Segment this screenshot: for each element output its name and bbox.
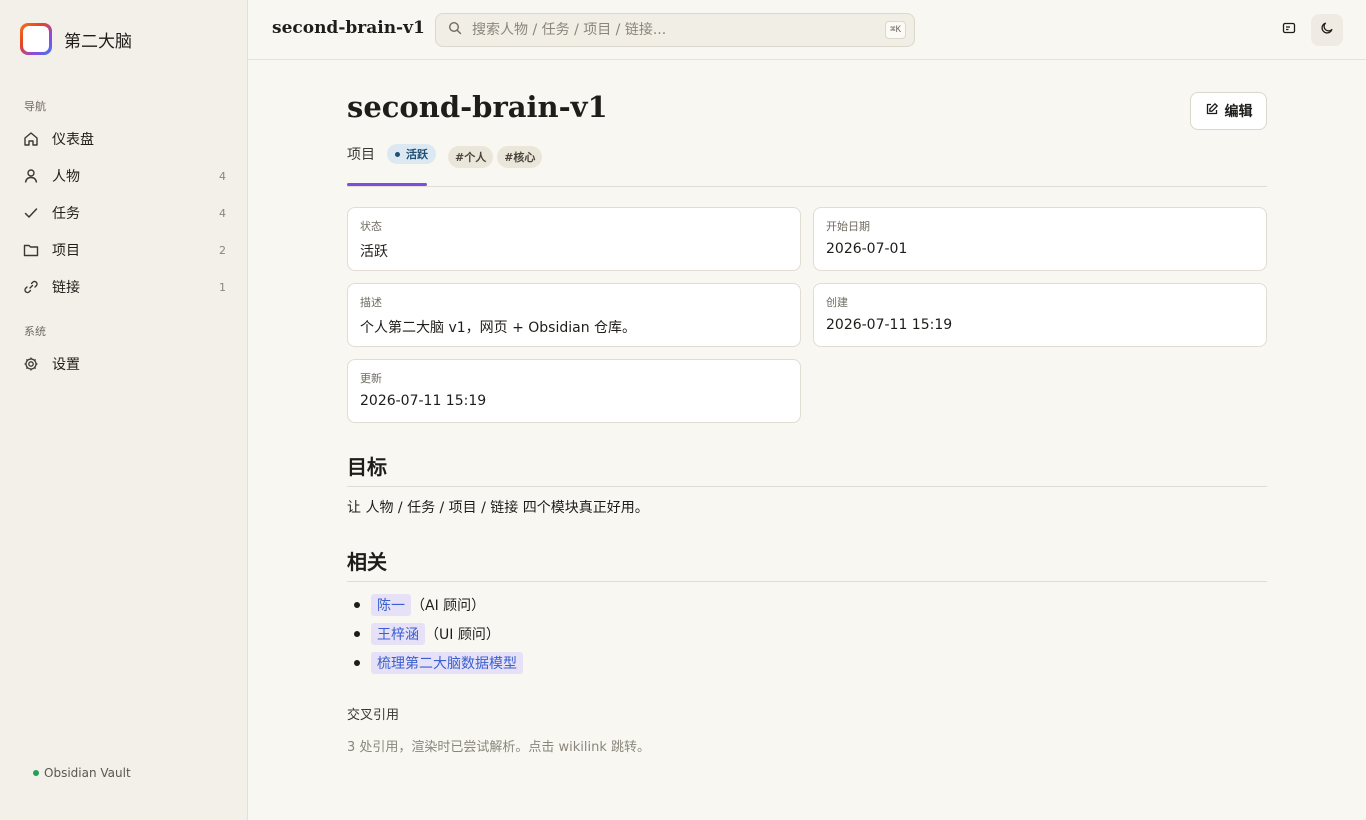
field-value: 2026-07-11 15:19	[360, 393, 487, 409]
page-meta: 项目 活跃 #个人 #核心	[347, 140, 543, 168]
field-card-description: 描述 个人第二大脑 v1，网页 + Obsidian 仓库。	[347, 283, 801, 347]
panel-icon	[1282, 21, 1296, 39]
edit-icon	[1205, 102, 1219, 120]
edit-button[interactable]: 编辑	[1190, 92, 1267, 130]
page-title: second-brain-v1	[347, 90, 608, 124]
field-value: 个人第二大脑 v1，网页 + Obsidian 仓库。	[360, 320, 637, 336]
link-icon	[22, 278, 40, 296]
sidebar-item-label: 项目	[52, 243, 80, 259]
wikilink[interactable]: 陈一	[371, 593, 411, 616]
topbar-title: second-brain-v1	[272, 18, 425, 38]
check-icon	[22, 204, 40, 222]
related-note: （AI 顾问）	[411, 597, 486, 614]
list-item: 王梓涵 （UI 顾问）	[347, 619, 523, 648]
sidebar-item-people[interactable]: 人物 4	[22, 161, 226, 191]
folder-icon	[22, 241, 40, 259]
sidebar-item-links[interactable]: 链接 1	[22, 272, 226, 302]
sidebar-item-label: 仪表盘	[52, 132, 94, 148]
vault-label: Obsidian Vault	[44, 766, 131, 780]
gear-icon	[22, 355, 40, 373]
search-input[interactable]	[472, 22, 886, 38]
status-dot-icon	[395, 151, 400, 157]
app-logo-icon	[20, 23, 52, 55]
cross-reference-note: 3 处引用，渲染时已尝试解析。点击 wikilink 跳转。	[347, 740, 651, 755]
active-tab-indicator	[347, 183, 427, 186]
field-label: 描述	[360, 296, 382, 309]
related-list: 陈一 （AI 顾问） 王梓涵 （UI 顾问） 梳理第二大脑数据模型	[347, 590, 523, 677]
shortcut-hint: ⌘K	[885, 21, 906, 39]
status-badge: 活跃	[387, 144, 436, 164]
app-name: 第二大脑	[64, 31, 132, 52]
field-card-updated: 更新 2026-07-11 15:19	[347, 359, 801, 423]
topbar: second-brain-v1 ⌘K	[248, 0, 1366, 60]
field-card-start-date: 开始日期 2026-07-01	[813, 207, 1267, 271]
sidebar-item-dashboard[interactable]: 仪表盘	[22, 124, 226, 154]
person-icon	[22, 167, 40, 185]
sidebar-item-projects[interactable]: 项目 2	[22, 235, 226, 265]
goal-text: 让 人物 / 任务 / 项目 / 链接 四个模块真正好用。	[347, 500, 649, 516]
field-label: 状态	[360, 220, 382, 233]
list-item: 陈一 （AI 顾问）	[347, 590, 523, 619]
wikilink[interactable]: 王梓涵	[371, 622, 425, 645]
field-label: 更新	[360, 372, 382, 385]
sidebar-item-count: 4	[219, 169, 226, 183]
system-section-label: 系统	[24, 325, 46, 338]
home-icon	[22, 130, 40, 148]
bullet	[354, 630, 360, 637]
field-card-status: 状态 活跃	[347, 207, 801, 271]
moon-icon	[1320, 21, 1334, 39]
tab-divider	[347, 186, 1267, 187]
tag[interactable]: #核心	[497, 146, 543, 168]
field-value: 2026-07-11 15:19	[826, 317, 953, 333]
field-label: 开始日期	[826, 220, 870, 233]
vault-status: Obsidian Vault	[33, 766, 131, 780]
sidebar-item-label: 链接	[52, 280, 80, 296]
sidebar-item-label: 设置	[52, 357, 80, 373]
field-value: 2026-07-01	[826, 241, 908, 257]
bullet	[354, 659, 360, 666]
theme-toggle-button[interactable]	[1311, 14, 1343, 46]
sidebar-item-count: 2	[219, 243, 226, 257]
sidebar: 第二大脑 导航 仪表盘 人物 4 任务 4 项目 2 链接 1 系统 设置 Ob…	[0, 0, 248, 820]
status-label: 活跃	[406, 148, 428, 161]
sidebar-item-tasks[interactable]: 任务 4	[22, 198, 226, 228]
search-box[interactable]: ⌘K	[435, 13, 915, 47]
sidebar-item-count: 1	[219, 280, 226, 294]
status-dot-icon	[33, 770, 39, 776]
field-card-created: 创建 2026-07-11 15:19	[813, 283, 1267, 347]
related-note: （UI 顾问）	[425, 626, 500, 643]
field-value: 活跃	[360, 244, 388, 260]
goal-heading: 目标	[347, 451, 1267, 487]
brand[interactable]: 第二大脑	[20, 23, 132, 55]
cross-reference-title: 交叉引用	[347, 708, 400, 723]
wikilink[interactable]: 梳理第二大脑数据模型	[371, 651, 523, 674]
bullet	[354, 601, 360, 608]
sidebar-item-count: 4	[219, 206, 226, 220]
edit-label: 编辑	[1224, 104, 1253, 120]
related-heading: 相关	[347, 546, 1267, 582]
list-item: 梳理第二大脑数据模型	[347, 648, 523, 677]
panel-toggle-button[interactable]	[1273, 14, 1305, 46]
sidebar-item-settings[interactable]: 设置	[22, 349, 226, 379]
nav-section-label: 导航	[24, 100, 46, 113]
sidebar-item-label: 人物	[52, 169, 80, 185]
page-type: 项目	[347, 147, 375, 163]
field-label: 创建	[826, 296, 848, 309]
search-icon	[448, 21, 462, 39]
sidebar-item-label: 任务	[52, 206, 80, 222]
tag[interactable]: #个人	[448, 146, 494, 168]
